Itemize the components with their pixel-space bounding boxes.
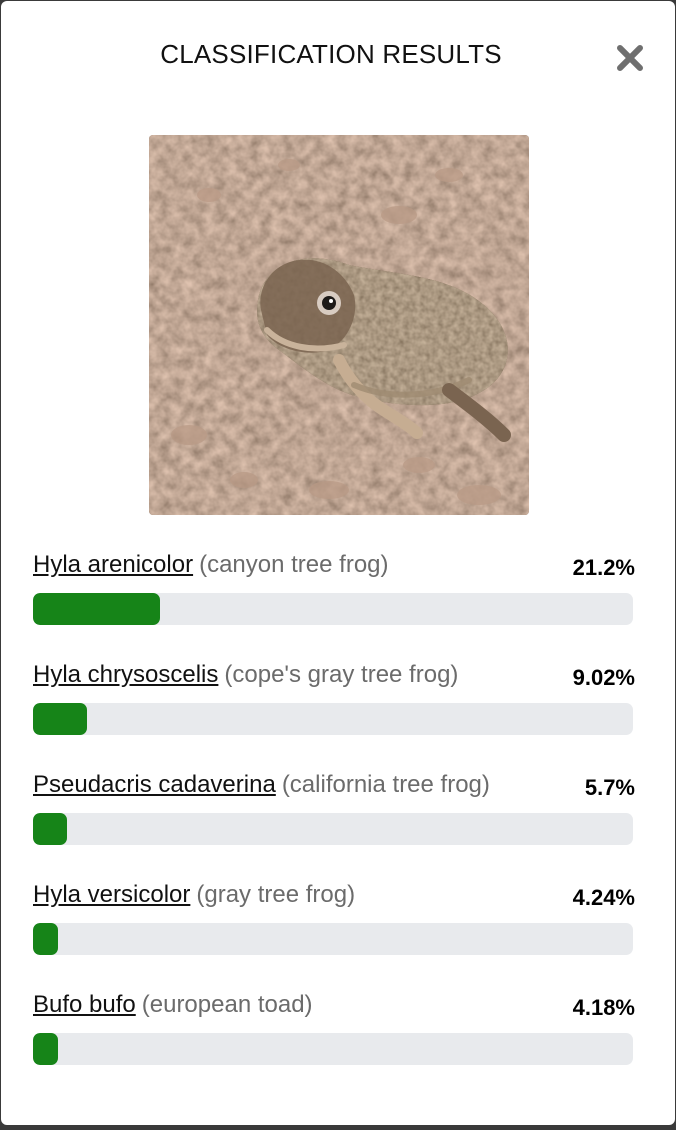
- classification-dialog: CLASSIFICATION RESULTS Hyla arenicolor (…: [1, 1, 675, 1125]
- common-name: (cope's gray tree frog): [224, 661, 459, 688]
- species-link[interactable]: Hyla versicolor: [33, 881, 190, 908]
- confidence-bar-fill: [33, 703, 88, 735]
- confidence-bar-fill: [33, 923, 59, 955]
- common-name: (canyon tree frog): [199, 551, 389, 578]
- result-item: Pseudacris cadaverina (california tree fr…: [33, 769, 635, 879]
- common-name: (european toad): [141, 991, 313, 1018]
- confidence-percent: 4.18%: [572, 995, 635, 1020]
- confidence-bar-track: [33, 923, 633, 955]
- species-link[interactable]: Pseudacris cadaverina: [33, 771, 276, 798]
- confidence-bar-track: [33, 813, 633, 845]
- confidence-bar-track: [33, 593, 633, 625]
- common-name: (california tree frog): [281, 771, 490, 798]
- close-icon[interactable]: [613, 41, 647, 75]
- results-list: Hyla arenicolor (canyon tree frog) 21.2% …: [33, 549, 635, 1099]
- confidence-bar-fill: [33, 813, 68, 845]
- confidence-percent: 21.2%: [572, 555, 635, 580]
- result-item: Hyla versicolor (gray tree frog) 4.24%: [33, 879, 635, 989]
- frog-photo: [149, 135, 529, 515]
- result-item: Hyla chrysoscelis (cope's gray tree frog)…: [33, 659, 635, 769]
- species-link[interactable]: Bufo bufo: [33, 991, 136, 1018]
- dialog-title: CLASSIFICATION RESULTS: [160, 39, 502, 69]
- confidence-percent: 4.24%: [572, 885, 635, 910]
- common-name: (gray tree frog): [196, 881, 356, 908]
- confidence-bar-fill: [33, 1033, 59, 1065]
- confidence-bar-track: [33, 1033, 633, 1065]
- confidence-percent: 5.7%: [584, 775, 635, 800]
- confidence-percent: 9.02%: [572, 665, 635, 690]
- species-link[interactable]: Hyla chrysoscelis: [33, 661, 218, 688]
- result-item: Bufo bufo (european toad) 4.18%: [33, 989, 635, 1099]
- confidence-bar-track: [33, 703, 633, 735]
- species-link[interactable]: Hyla arenicolor: [33, 551, 193, 578]
- confidence-bar-fill: [33, 593, 161, 625]
- result-item: Hyla arenicolor (canyon tree frog) 21.2%: [33, 549, 635, 659]
